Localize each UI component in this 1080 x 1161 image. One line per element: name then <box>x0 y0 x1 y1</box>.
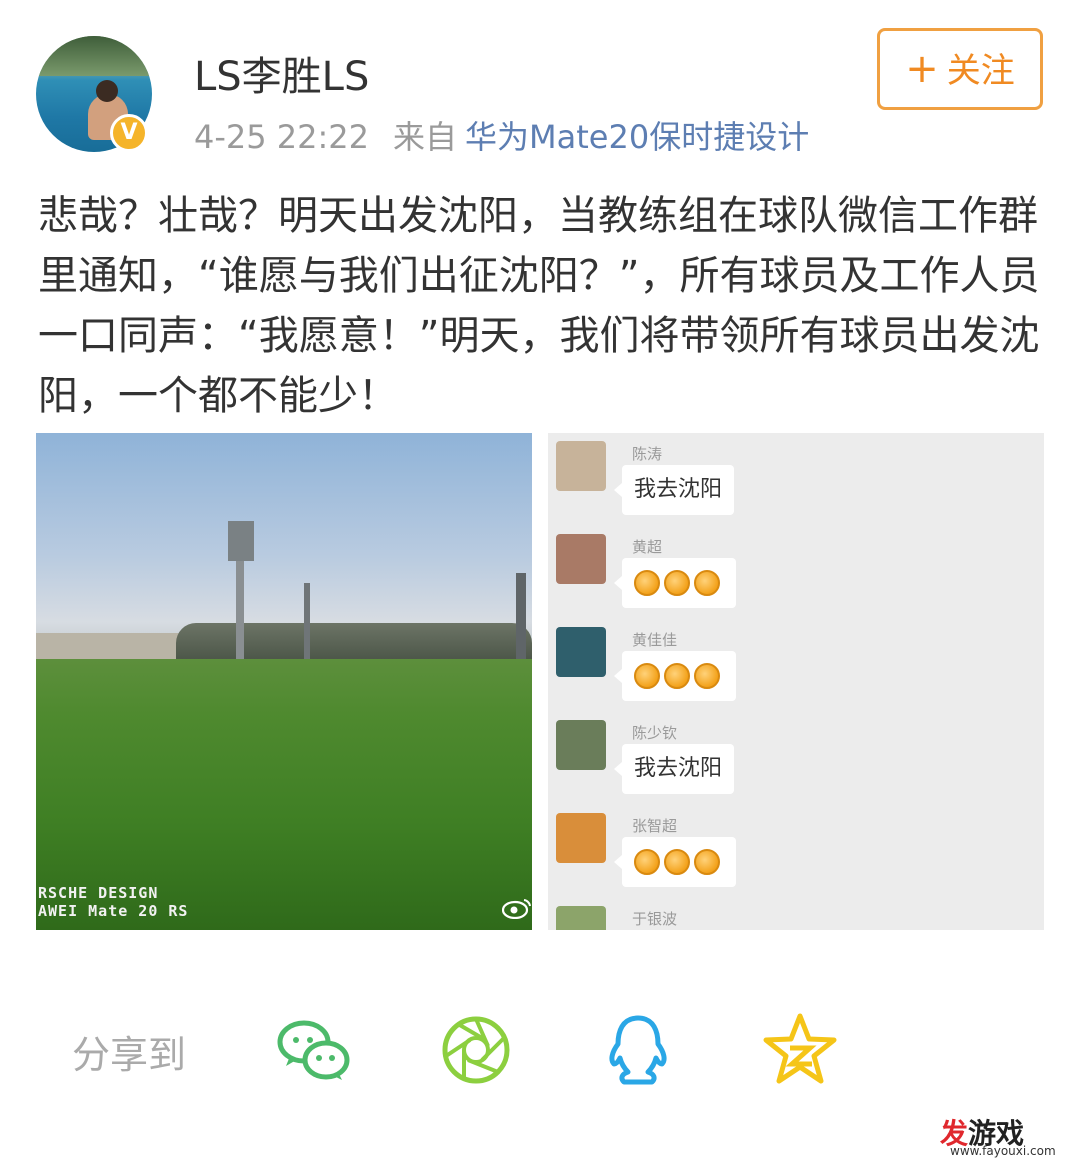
chat-message: 于银波 <box>556 898 1036 930</box>
tree-line <box>176 623 532 663</box>
chat-sender-name: 于银波 <box>632 910 678 928</box>
moments-icon[interactable] <box>438 1010 518 1090</box>
device-source-link[interactable]: 华为Mate20保时捷设计 <box>465 118 809 156</box>
weibo-logo-icon <box>501 897 532 924</box>
fist-emoji-icon <box>634 849 660 875</box>
follow-button[interactable]: + 关注 <box>877 28 1043 110</box>
fist-emoji-icon <box>664 570 690 596</box>
fist-emoji-icon <box>634 663 660 689</box>
chat-message: 陈涛 我去沈阳 <box>556 433 1036 523</box>
chat-avatar <box>556 534 606 584</box>
qzone-icon[interactable] <box>760 1010 840 1090</box>
post-image-field[interactable]: RSCHE DESIGN AWEI Mate 20 RS <box>36 433 532 930</box>
verified-badge-icon: V <box>110 114 148 152</box>
fist-emoji-icon <box>694 570 720 596</box>
fist-emoji-icon <box>664 849 690 875</box>
chat-sender-name: 黄佳佳 <box>632 631 678 649</box>
chat-bubble-text: 我去沈阳 <box>634 477 723 502</box>
post-date: 4-25 22:22 <box>194 118 370 156</box>
chat-bubble <box>614 651 736 701</box>
chat-message: 黄佳佳 <box>556 619 1036 709</box>
follow-label: 关注 <box>946 51 1015 91</box>
wechat-icon[interactable] <box>274 1010 354 1090</box>
post-image-chat[interactable]: 陈涛 我去沈阳 黄超 黄佳佳 陈少钦 我去沈阳 张智超 于银波 <box>548 433 1044 930</box>
chat-avatar <box>556 627 606 677</box>
chat-avatar <box>556 906 606 930</box>
watermark-line-2: AWEI Mate 20 RS <box>38 902 189 920</box>
chat-bubble: 我去沈阳 <box>613 465 735 515</box>
post-meta: 4-25 22:22 来自 华为Mate20保时捷设计 <box>194 112 809 158</box>
chat-bubble <box>614 837 736 887</box>
fist-emoji-icon <box>694 849 720 875</box>
pylon <box>516 573 526 663</box>
watermark-url: www.fayouxi.com <box>950 1144 1056 1158</box>
watermark-line-1: RSCHE DESIGN <box>38 884 159 902</box>
chat-sender-name: 张智超 <box>632 817 678 835</box>
mast <box>304 583 310 663</box>
fist-emoji-icon <box>664 663 690 689</box>
chat-sender-name: 黄超 <box>632 538 663 556</box>
avatar-background <box>36 36 152 76</box>
chat-avatar <box>556 720 606 770</box>
username[interactable]: LS李胜LS <box>194 44 369 102</box>
chat-sender-name: 陈涛 <box>632 445 663 463</box>
stadium-stand <box>36 633 186 661</box>
chat-bubble-text: 我去沈阳 <box>634 756 723 781</box>
chat-bubble <box>614 558 736 608</box>
fist-emoji-icon <box>694 663 720 689</box>
fist-emoji-icon <box>634 570 660 596</box>
avatar-head <box>96 80 118 102</box>
floodlight <box>228 521 254 561</box>
chat-avatar <box>556 813 606 863</box>
chat-message: 陈少钦 我去沈阳 <box>556 712 1036 802</box>
post-text: 悲哉？壮哉？明天出发沈阳，当教练组在球队微信工作群里通知，“谁愿与我们出征沈阳？… <box>38 193 1040 419</box>
from-label: 来自 <box>393 118 458 156</box>
chat-bubble: 我去沈阳 <box>613 744 735 794</box>
chat-message: 黄超 <box>556 526 1036 616</box>
chat-message: 张智超 <box>556 805 1036 895</box>
qq-icon[interactable] <box>598 1010 678 1090</box>
chat-avatar <box>556 441 606 491</box>
share-label: 分享到 <box>72 1033 187 1077</box>
camera-watermark: RSCHE DESIGN AWEI Mate 20 RS <box>38 884 188 920</box>
site-watermark: 发游戏 www.fayouxi.com <box>870 1106 1080 1161</box>
plus-icon: + <box>905 46 939 92</box>
chat-sender-name: 陈少钦 <box>632 724 678 742</box>
